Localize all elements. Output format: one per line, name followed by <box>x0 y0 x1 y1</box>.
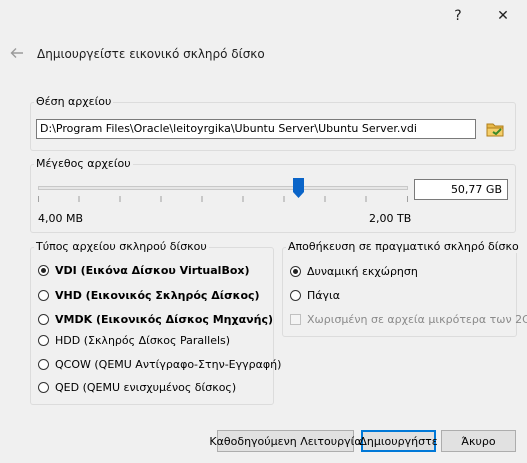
cancel-label: Άκυρο <box>461 434 496 448</box>
wizard-title: Δημιουργείστε εικονικό σκληρό δίσκο <box>37 47 265 61</box>
guided-mode-button[interactable]: Καθοδηγούμενη Λειτουργία <box>209 430 362 452</box>
radio-button[interactable] <box>38 314 49 325</box>
radio-button[interactable] <box>38 265 49 276</box>
size-min-label: 4,00 MB <box>38 212 84 225</box>
size-slider-thumb[interactable] <box>293 178 304 198</box>
radio-button[interactable] <box>290 290 301 301</box>
radio-vhd-label: VHD (Εικονικός Σκληρός Δίσκος) <box>55 289 260 302</box>
split-checkbox-label: Χωρισμένη σε αρχεία μικρότερα των 2GB <box>307 313 527 326</box>
radio-hdd-label: HDD (Σκληρός Δίσκος Parallels) <box>55 334 231 347</box>
file-path-input[interactable]: D:\Program Files\Oracle\leitoyrgika\Ubun… <box>36 119 476 139</box>
storage-label: Αποθήκευση σε πραγματικό σκληρό δίσκο <box>286 240 521 253</box>
radio-button[interactable] <box>38 290 49 301</box>
radio-dynamic-label: Δυναμική εκχώρηση <box>307 265 418 278</box>
back-arrow-icon[interactable] <box>8 44 26 62</box>
close-icon: ✕ <box>497 8 509 24</box>
cancel-button[interactable]: Άκυρο <box>441 430 516 452</box>
file-location-label: Θέση αρχείου <box>34 95 114 108</box>
size-max-label: 2,00 TB <box>369 212 412 225</box>
radio-fixed-label: Πάγια <box>307 289 341 302</box>
radio-qed[interactable]: QED (QEMU ενισχυμένος δίσκος) <box>38 381 236 394</box>
radio-vdi[interactable]: VDI (Εικόνα Δίσκου VirtualBox) <box>38 264 250 277</box>
split-checkbox[interactable]: Χωρισμένη σε αρχεία μικρότερα των 2GB <box>290 313 527 326</box>
radio-qcow-label: QCOW (QEMU Αντίγραφο-Στην-Εγγραφή) <box>55 358 282 371</box>
close-button[interactable]: ✕ <box>487 4 519 28</box>
create-button[interactable]: Δημιουργήστε <box>359 430 438 452</box>
radio-vhd[interactable]: VHD (Εικονικός Σκληρός Δίσκος) <box>38 289 260 302</box>
radio-button[interactable] <box>38 335 49 346</box>
folder-icon[interactable] <box>486 120 504 138</box>
radio-vdi-label: VDI (Εικόνα Δίσκου VirtualBox) <box>55 264 250 277</box>
create-label: Δημιουργήστε <box>359 434 438 448</box>
radio-vmdk-label: VMDK (Εικονικός Δίσκος Μηχανής) <box>55 313 274 326</box>
size-slider-track[interactable] <box>38 186 408 190</box>
radio-fixed[interactable]: Πάγια <box>290 289 340 302</box>
size-value-input[interactable]: 50,77 GB <box>414 179 508 200</box>
size-slider-ticks <box>38 196 408 202</box>
radio-vmdk[interactable]: VMDK (Εικονικός Δίσκος Μηχανής) <box>38 313 273 326</box>
radio-button[interactable] <box>290 266 301 277</box>
radio-button[interactable] <box>38 359 49 370</box>
checkbox-box[interactable] <box>290 314 301 325</box>
help-button[interactable]: ? <box>442 4 474 28</box>
radio-dynamic[interactable]: Δυναμική εκχώρηση <box>290 265 418 278</box>
radio-qcow[interactable]: QCOW (QEMU Αντίγραφο-Στην-Εγγραφή) <box>38 358 281 371</box>
radio-hdd[interactable]: HDD (Σκληρός Δίσκος Parallels) <box>38 334 230 347</box>
help-label: ? <box>454 8 462 24</box>
file-type-label: Τύπος αρχείου σκληρού δίσκου <box>34 240 209 253</box>
guided-mode-label: Καθοδηγούμενη Λειτουργία <box>209 434 362 448</box>
file-size-label: Μέγεθος αρχείου <box>34 157 133 170</box>
radio-button[interactable] <box>38 382 49 393</box>
radio-qed-label: QED (QEMU ενισχυμένος δίσκος) <box>55 381 237 394</box>
